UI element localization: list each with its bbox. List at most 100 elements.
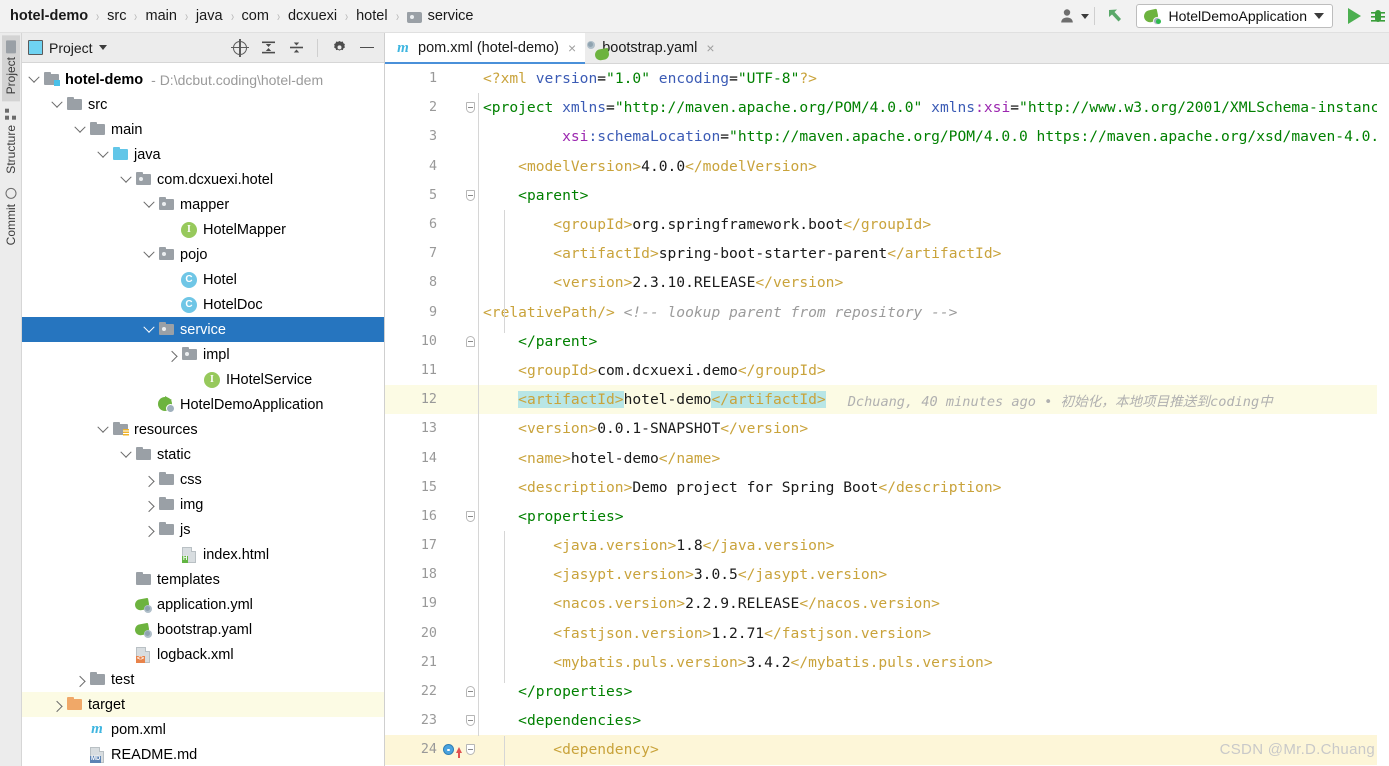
tree-item[interactable]: js xyxy=(22,517,384,542)
chevron-down-icon[interactable] xyxy=(49,101,65,109)
chevron-right-icon[interactable] xyxy=(164,351,180,359)
code-line[interactable]: 22 </properties> xyxy=(385,677,1389,706)
vcs-update-arrow-icon[interactable] xyxy=(1100,1,1130,31)
code-line[interactable]: 16 <properties> xyxy=(385,502,1389,531)
tree-item[interactable]: templates xyxy=(22,567,384,592)
tree-item[interactable]: MD README.md xyxy=(22,742,384,766)
breadcrumb-item-service[interactable]: service xyxy=(403,8,478,24)
tree-item[interactable]: bootstrap.yaml xyxy=(22,617,384,642)
collapse-all-icon[interactable] xyxy=(285,37,307,59)
chevron-down-icon[interactable] xyxy=(118,451,134,459)
tree-item[interactable]: com.dcxuexi.hotel xyxy=(22,167,384,192)
tree-item[interactable]: img xyxy=(22,492,384,517)
fold-collapse-icon[interactable] xyxy=(465,715,475,727)
code-line[interactable]: 7 <artifactId>spring-boot-starter-parent… xyxy=(385,239,1389,268)
breadcrumb-item-dcxuexi[interactable]: dcxuexi xyxy=(284,8,341,24)
chevron-right-icon[interactable] xyxy=(141,476,157,484)
code-line[interactable]: 8 <version>2.3.10.RELEASE</version> xyxy=(385,268,1389,297)
chevron-down-icon[interactable] xyxy=(95,426,111,434)
chevron-down-icon[interactable] xyxy=(72,126,88,134)
tree-item[interactable]: main xyxy=(22,117,384,142)
run-configuration-selector[interactable]: HotelDemoApplication xyxy=(1136,4,1333,28)
fold-gutter[interactable] xyxy=(463,189,477,201)
code-line[interactable]: 17 <java.version>1.8</java.version> xyxy=(385,531,1389,560)
tree-item[interactable]: test xyxy=(22,667,384,692)
code-line[interactable]: 15 <description>Demo project for Spring … xyxy=(385,473,1389,502)
tree-item[interactable]: m pom.xml xyxy=(22,717,384,742)
breadcrumb-item-src[interactable]: src xyxy=(103,8,130,24)
fold-collapse-icon[interactable] xyxy=(465,102,475,114)
fold-collapse-icon[interactable] xyxy=(465,686,475,698)
fold-gutter[interactable] xyxy=(463,686,477,698)
project-tree[interactable]: hotel-demo - D:\dcbut.coding\hotel-dem src… xyxy=(22,63,384,766)
code-line[interactable]: 12 <artifactId>hotel-demo</artifactId> Dc… xyxy=(385,385,1389,415)
editor-right-gutter[interactable] xyxy=(1377,64,1389,766)
code-line[interactable]: 14 <name>hotel-demo</name> xyxy=(385,443,1389,472)
tree-item[interactable]: <> logback.xml xyxy=(22,642,384,667)
chevron-down-icon[interactable] xyxy=(141,326,157,334)
chevron-down-icon[interactable] xyxy=(95,151,111,159)
tool-window-tab-project[interactable]: Project xyxy=(1,35,20,102)
code-line[interactable]: 20 <fastjson.version>1.2.71</fastjson.ve… xyxy=(385,619,1389,648)
fold-gutter[interactable] xyxy=(463,510,477,522)
code-line[interactable]: 18 <jasypt.version>3.0.5</jasypt.version… xyxy=(385,560,1389,589)
tree-item[interactable]: C HotelDoc xyxy=(22,292,384,317)
tree-item[interactable]: resources xyxy=(22,417,384,442)
tree-item[interactable]: application.yml xyxy=(22,592,384,617)
chevron-right-icon[interactable] xyxy=(72,676,88,684)
tree-item[interactable]: I IHotelService xyxy=(22,367,384,392)
chevron-down-icon[interactable] xyxy=(141,251,157,259)
breakpoint-icon[interactable] xyxy=(442,744,454,756)
tree-item[interactable]: pojo xyxy=(22,242,384,267)
tree-item[interactable]: Hindex.html xyxy=(22,542,384,567)
tree-item[interactable]: java xyxy=(22,142,384,167)
chevron-down-icon[interactable] xyxy=(141,201,157,209)
tree-item[interactable]: css xyxy=(22,467,384,492)
code-editor[interactable]: 1 <?xml version="1.0" encoding="UTF-8"?> 2… xyxy=(385,64,1389,766)
chevron-right-icon[interactable] xyxy=(141,501,157,509)
close-icon[interactable]: × xyxy=(706,40,714,56)
code-line[interactable]: 5 <parent> xyxy=(385,181,1389,210)
breadcrumb-item-main[interactable]: main xyxy=(141,8,180,24)
tool-window-tab-structure[interactable]: Structure xyxy=(2,101,20,181)
tree-item[interactable]: src xyxy=(22,92,384,117)
chevron-down-icon[interactable] xyxy=(26,76,42,84)
tree-item[interactable]: service xyxy=(22,317,384,342)
fold-collapse-icon[interactable] xyxy=(465,510,475,522)
chevron-right-icon[interactable] xyxy=(141,526,157,534)
editor-tab[interactable]: m pom.xml (hotel-demo) × xyxy=(385,33,586,64)
breadcrumb-item-hotel-demo[interactable]: hotel-demo xyxy=(6,8,92,24)
code-line[interactable]: 1 <?xml version="1.0" encoding="UTF-8"?> xyxy=(385,64,1389,93)
tree-item[interactable]: target xyxy=(22,692,384,717)
chevron-down-icon[interactable] xyxy=(118,176,134,184)
code-line[interactable]: 13 <version>0.0.1-SNAPSHOT</version> xyxy=(385,414,1389,443)
fold-gutter[interactable] xyxy=(463,744,477,756)
breadcrumb-item-java[interactable]: java xyxy=(192,8,227,24)
breadcrumb-item-hotel[interactable]: hotel xyxy=(352,8,391,24)
code-line[interactable]: 24 <dependency> xyxy=(385,735,1389,765)
locate-file-icon[interactable] xyxy=(229,37,251,59)
tree-item[interactable]: hotel-demo - D:\dcbut.coding\hotel-dem xyxy=(22,67,384,92)
tree-item[interactable]: static xyxy=(22,442,384,467)
chevron-down-icon[interactable] xyxy=(98,45,107,50)
code-line[interactable]: 9 <relativePath/> <!-- lookup parent from… xyxy=(385,298,1389,327)
close-icon[interactable]: × xyxy=(568,40,576,56)
gutter-marker-area[interactable] xyxy=(441,744,463,758)
code-line[interactable]: 19 <nacos.version>2.2.9.RELEASE</nacos.v… xyxy=(385,589,1389,618)
hide-panel-icon[interactable] xyxy=(356,37,378,59)
fold-gutter[interactable] xyxy=(463,102,477,114)
tree-item[interactable]: I HotelMapper xyxy=(22,217,384,242)
tree-item[interactable]: mapper xyxy=(22,192,384,217)
code-line[interactable]: 23 <dependencies> xyxy=(385,706,1389,735)
debug-bug-icon[interactable] xyxy=(1369,1,1387,31)
tool-window-tab-commit[interactable]: Commit xyxy=(2,181,20,252)
settings-gear-icon[interactable] xyxy=(328,37,350,59)
code-line[interactable]: 11 <groupId>com.dcxuexi.demo</groupId> xyxy=(385,356,1389,385)
fold-gutter[interactable] xyxy=(463,335,477,347)
code-line[interactable]: 2 <project xmlns="http://maven.apache.org… xyxy=(385,93,1389,122)
run-play-icon[interactable] xyxy=(1339,1,1369,31)
tree-item[interactable]: HotelDemoApplication xyxy=(22,392,384,417)
code-line[interactable]: 21 <mybatis.puls.version>3.4.2</mybatis.… xyxy=(385,648,1389,677)
breadcrumb-item-com[interactable]: com xyxy=(238,8,273,24)
fold-collapse-icon[interactable] xyxy=(465,335,475,347)
